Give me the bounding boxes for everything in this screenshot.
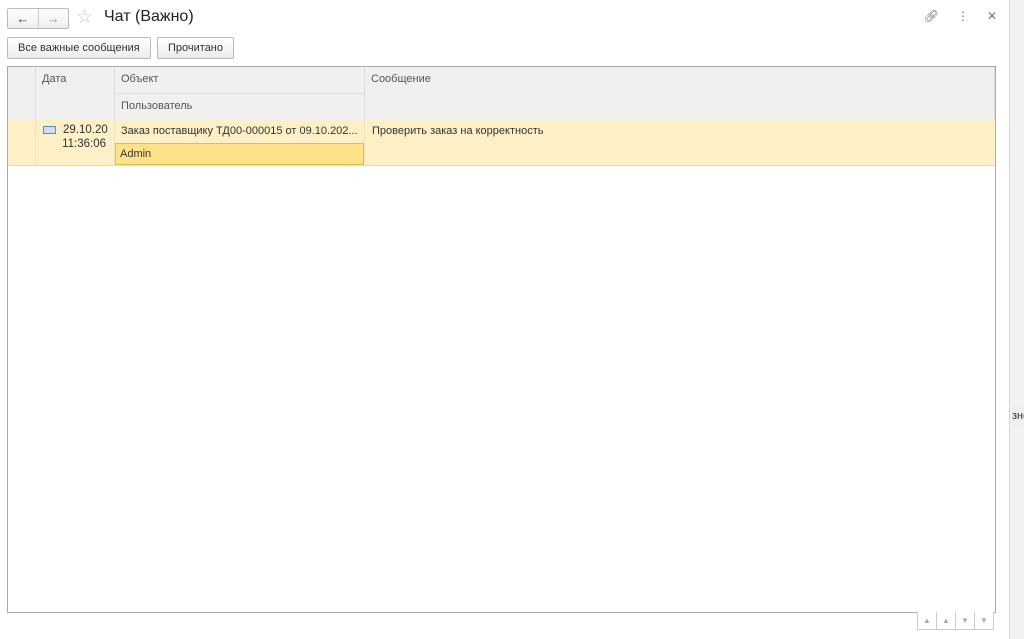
row-gutter [8, 119, 36, 165]
scroll-last-icon[interactable]: ▼ [974, 612, 994, 630]
message-icon [43, 126, 56, 134]
header-user[interactable]: Пользователь [115, 93, 364, 120]
background-window-fragment: зно [1012, 405, 1024, 427]
favorite-star-icon[interactable]: ☆ [76, 6, 93, 29]
date-cell: 29.10.20 11:36:06 [36, 119, 115, 165]
message-cell[interactable]: Проверить заказ на корректность [365, 119, 995, 165]
scroll-down-icon[interactable]: ▼ [955, 612, 975, 630]
table-row[interactable]: 29.10.20 11:36:06 Заказ поставщику ТД00-… [8, 119, 995, 166]
more-menu-icon[interactable]: ⋮ [957, 9, 969, 23]
header-date[interactable]: Дата [36, 67, 115, 119]
forward-arrow-icon[interactable]: → [37, 9, 69, 28]
object-cell[interactable]: Заказ поставщику ТД00-000015 от 09.10.20… [115, 119, 365, 165]
header-object[interactable]: Объект Пользователь [115, 67, 365, 119]
header-message[interactable]: Сообщение [365, 67, 995, 119]
scroll-up-icon[interactable]: ▲ [936, 612, 956, 630]
user-cell-selected[interactable]: Admin [115, 143, 364, 165]
scroll-first-icon[interactable]: ▲ [917, 612, 937, 630]
link-icon[interactable]: 🔗︎ [924, 9, 939, 23]
chat-window: ← → ☆ Чат (Важно) 🔗︎ ⋮ ✕ Все важные сооб… [0, 0, 1010, 639]
messages-table: Дата Объект Пользователь Сообщение 29.10… [7, 66, 996, 613]
back-arrow-icon[interactable]: ← [8, 9, 38, 28]
mark-read-button[interactable]: Прочитано [157, 37, 234, 59]
header-gutter [8, 67, 36, 119]
navigation-buttons: ← → [7, 8, 69, 29]
all-important-messages-button[interactable]: Все важные сообщения [7, 37, 151, 59]
close-icon[interactable]: ✕ [987, 9, 997, 23]
window-title: Чат (Важно) [104, 8, 194, 25]
